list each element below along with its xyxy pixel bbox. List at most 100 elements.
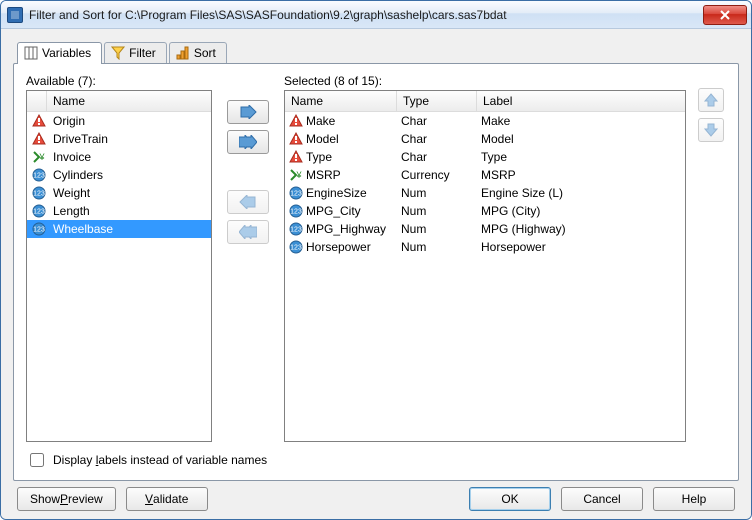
move-right-button[interactable] (227, 100, 269, 124)
cell-name: MPG_City (285, 204, 397, 218)
cell-name: Horsepower (285, 240, 397, 254)
cell-type: Char (397, 114, 477, 128)
titlebar: Filter and Sort for C:\Program Files\SAS… (1, 1, 751, 29)
cell-type: Num (397, 204, 477, 218)
cell-label: Model (477, 132, 685, 146)
table-row[interactable]: MakeCharMake (285, 112, 685, 130)
cell-label: Type (477, 150, 685, 164)
cell-type: Num (397, 186, 477, 200)
curr-type-icon (29, 150, 49, 164)
list-item[interactable]: Length (27, 202, 211, 220)
client-area: Variables Filter Sort Available (7): (1, 29, 751, 519)
cell-label: MPG (Highway) (477, 222, 685, 236)
cell-name: EngineSize (285, 186, 397, 200)
tri-type-icon (289, 132, 303, 146)
available-header-name[interactable]: Name (47, 91, 211, 111)
num-type-icon (29, 186, 49, 200)
num-type-icon (29, 204, 49, 218)
list-item[interactable]: DriveTrain (27, 130, 211, 148)
window-title: Filter and Sort for C:\Program Files\SAS… (29, 8, 703, 22)
tri-type-icon (289, 114, 303, 128)
table-row[interactable]: MPG_HighwayNumMPG (Highway) (285, 220, 685, 238)
curr-type-icon (289, 168, 303, 182)
tab-variables[interactable]: Variables (17, 42, 102, 64)
num-type-icon (289, 240, 303, 254)
cell-name: Make (285, 114, 397, 128)
move-buttons (222, 74, 274, 442)
available-label: Available (7): (26, 74, 212, 88)
table-row[interactable]: HorsepowerNumHorsepower (285, 238, 685, 256)
list-item[interactable]: Weight (27, 184, 211, 202)
tab-filter[interactable]: Filter (104, 42, 167, 64)
selected-header-label[interactable]: Label (477, 91, 685, 111)
cell-label: Horsepower (477, 240, 685, 254)
display-labels-label: Display labels instead of variable names (53, 453, 267, 467)
tabstrip: Variables Filter Sort (17, 41, 743, 63)
table-row[interactable]: MSRPCurrencyMSRP (285, 166, 685, 184)
list-item-name: Wheelbase (49, 222, 209, 236)
tab-label: Variables (42, 46, 91, 60)
cell-name: Type (285, 150, 397, 164)
cell-type: Char (397, 150, 477, 164)
columns-icon (24, 46, 38, 60)
move-all-right-button[interactable] (227, 130, 269, 154)
num-type-icon (289, 204, 303, 218)
selected-header: Name Type Label (285, 91, 685, 112)
list-item[interactable]: Origin (27, 112, 211, 130)
available-column: Available (7): Name Origin DriveTrain Invo… (26, 74, 212, 442)
list-item[interactable]: Wheelbase (27, 220, 211, 238)
show-preview-button[interactable]: Show Preview (17, 487, 116, 511)
table-row[interactable]: ModelCharModel (285, 130, 685, 148)
tri-type-icon (289, 150, 303, 164)
tri-type-icon (29, 114, 49, 128)
tab-sort[interactable]: Sort (169, 42, 227, 64)
display-labels-checkbox-row[interactable]: Display labels instead of variable names (26, 450, 726, 470)
cell-type: Num (397, 240, 477, 254)
display-labels-checkbox[interactable] (30, 453, 44, 467)
funnel-icon (111, 46, 125, 60)
move-down-button[interactable] (698, 118, 724, 142)
list-item-name: Origin (49, 114, 209, 128)
tab-label: Filter (129, 46, 156, 60)
list-item-name: Invoice (49, 150, 209, 164)
move-all-left-button[interactable] (227, 220, 269, 244)
list-item-name: Weight (49, 186, 209, 200)
list-item[interactable]: Invoice (27, 148, 211, 166)
cell-label: MPG (City) (477, 204, 685, 218)
table-row[interactable]: MPG_CityNumMPG (City) (285, 202, 685, 220)
dialog-window: Filter and Sort for C:\Program Files\SAS… (0, 0, 752, 520)
selected-list[interactable]: Name Type Label MakeCharMakeModelCharMod… (284, 90, 686, 442)
selected-header-name[interactable]: Name (285, 91, 397, 111)
selected-label: Selected (8 of 15): (284, 74, 686, 88)
move-up-button[interactable] (698, 88, 724, 112)
list-item[interactable]: Cylinders (27, 166, 211, 184)
cell-label: Make (477, 114, 685, 128)
num-type-icon (289, 222, 303, 236)
close-button[interactable] (703, 5, 747, 25)
list-item-name: Length (49, 204, 209, 218)
num-type-icon (29, 222, 49, 236)
cell-label: Engine Size (L) (477, 186, 685, 200)
tab-panel-variables: Available (7): Name Origin DriveTrain Invo… (13, 63, 739, 481)
selected-column: Selected (8 of 15): Name Type Label Make… (284, 74, 686, 442)
available-header: Name (27, 91, 211, 112)
cell-type: Num (397, 222, 477, 236)
cell-type: Currency (397, 168, 477, 182)
list-item-name: DriveTrain (49, 132, 209, 146)
validate-button[interactable]: Validate (126, 487, 208, 511)
table-row[interactable]: TypeCharType (285, 148, 685, 166)
num-type-icon (29, 168, 49, 182)
help-button[interactable]: Help (653, 487, 735, 511)
cell-name: MSRP (285, 168, 397, 182)
list-item-name: Cylinders (49, 168, 209, 182)
selected-header-type[interactable]: Type (397, 91, 477, 111)
ok-button[interactable]: OK (469, 487, 551, 511)
cell-type: Char (397, 132, 477, 146)
cancel-button[interactable]: Cancel (561, 487, 643, 511)
available-list[interactable]: Name Origin DriveTrain Invoice Cylinders Wei… (26, 90, 212, 442)
table-row[interactable]: EngineSizeNumEngine Size (L) (285, 184, 685, 202)
cell-name: Model (285, 132, 397, 146)
tab-label: Sort (194, 46, 216, 60)
order-buttons (696, 74, 726, 442)
move-left-button[interactable] (227, 190, 269, 214)
